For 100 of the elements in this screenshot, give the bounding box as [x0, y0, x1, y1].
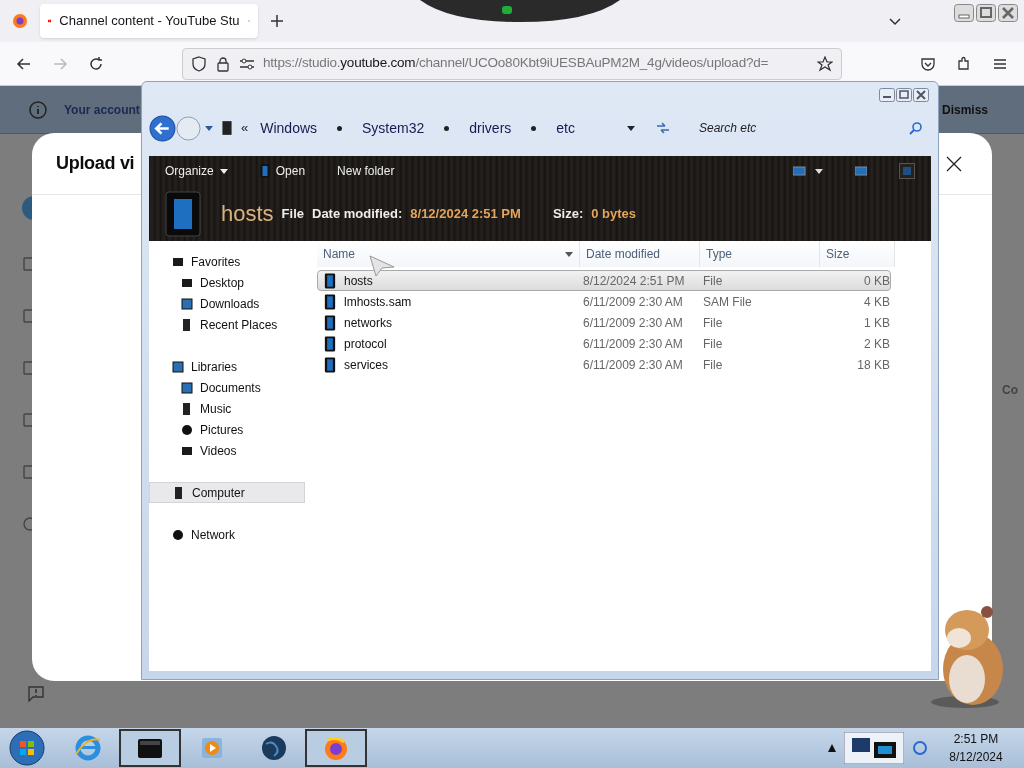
- start-orb-icon[interactable]: [9, 730, 45, 766]
- url-text: https://studio.youtube.com/channel/UCOo80Kbt9iUESBAuPM2M_4g/videos/upload?d=: [263, 54, 769, 73]
- breadcrumb-item[interactable]: Windows: [256, 117, 322, 139]
- preview-pane-icon[interactable]: [855, 165, 867, 177]
- organize-menu[interactable]: Organize: [165, 162, 228, 180]
- feedback-icon[interactable]: [28, 686, 44, 702]
- caret-icon: [219, 167, 228, 175]
- detail-value: 0 bytes: [591, 204, 637, 223]
- size-text: 4 KB: [863, 293, 890, 311]
- nav-item[interactable]: Documents: [149, 377, 305, 398]
- sliders-icon: [239, 55, 255, 72]
- search-icon: [909, 121, 923, 135]
- dropdown-caret-icon[interactable]: [565, 250, 573, 258]
- view-options-icon[interactable]: [793, 165, 823, 177]
- taskbar-button[interactable]: [119, 729, 181, 767]
- separator-dot-icon: [444, 125, 450, 131]
- cursor-icon: [369, 255, 395, 277]
- detail-label: Size:: [552, 204, 584, 223]
- nav-item[interactable]: Downloads: [149, 293, 305, 314]
- swirl-icon[interactable]: [912, 740, 928, 756]
- column-header[interactable]: Type: [700, 241, 820, 267]
- cut-off-label: Co: [1002, 382, 1018, 399]
- detail-value: 8/12/2024 2:51 PM: [410, 204, 521, 223]
- reload-icon[interactable]: [88, 55, 104, 72]
- minimize-icon[interactable]: [879, 88, 895, 102]
- breadcrumb-item[interactable]: etc: [552, 117, 579, 139]
- media-player-icon: [200, 736, 224, 760]
- globe-icon: [260, 734, 288, 762]
- breadcrumb-item[interactable]: drivers: [465, 117, 516, 139]
- file-row[interactable]: networks 6/11/2009 2:30 AM File 1 KB: [317, 312, 891, 333]
- column-header[interactable]: Size: [820, 241, 895, 267]
- nav-item[interactable]: Recent Places: [149, 314, 305, 335]
- file-name-text: networks: [344, 314, 393, 332]
- type-text: File: [702, 314, 724, 332]
- tab-title: Channel content - YouTube Stu: [59, 12, 240, 31]
- size-text: 1 KB: [863, 314, 890, 332]
- search-field[interactable]: Search etc: [691, 115, 931, 141]
- dismiss-button[interactable]: Dismiss: [937, 96, 992, 123]
- file-icon: [324, 335, 336, 352]
- separator-dot-icon: [531, 125, 537, 131]
- detail-label: Date modified:: [312, 204, 403, 223]
- new-folder-button[interactable]: New folder: [337, 162, 395, 180]
- back-arrow-icon[interactable]: [16, 55, 32, 72]
- size-text: 18 KB: [856, 356, 890, 374]
- star-icon[interactable]: [817, 55, 833, 72]
- nav-item[interactable]: Favorites: [149, 251, 305, 272]
- nav-item[interactable]: Pictures: [149, 419, 305, 440]
- taskbar-button[interactable]: [305, 729, 367, 767]
- file-row[interactable]: services 6/11/2009 2:30 AM File 18 KB: [317, 354, 891, 375]
- maximize-icon[interactable]: [976, 4, 996, 22]
- file-icon: [165, 190, 201, 237]
- nav-item[interactable]: Videos: [149, 440, 305, 461]
- clock-date: 8/12/2024: [949, 749, 1003, 766]
- file-name: hosts: [221, 200, 274, 228]
- plus-icon[interactable]: [270, 14, 284, 28]
- open-button[interactable]: Open: [259, 162, 306, 180]
- file-name-text: services: [344, 356, 388, 374]
- puzzle-icon[interactable]: [956, 55, 972, 72]
- info-icon: [28, 99, 48, 120]
- file-icon: [324, 314, 336, 331]
- type-text: File: [702, 335, 724, 353]
- separator-dot-icon: [337, 125, 343, 131]
- firefox-icon: [322, 734, 350, 762]
- address-bar[interactable]: https://studio.youtube.com/channel/UCOo80Kbt9iUESBAuPM2M_4g/videos/upload?d=: [182, 47, 842, 80]
- network-icon[interactable]: [844, 732, 904, 764]
- maximize-icon[interactable]: [896, 88, 912, 102]
- column-header[interactable]: Date modified: [580, 241, 700, 267]
- file-row[interactable]: lmhosts.sam 6/11/2009 2:30 AM SAM File 4 KB: [317, 291, 891, 312]
- nav-item[interactable]: Music: [149, 398, 305, 419]
- type-text: File: [702, 272, 724, 290]
- pocket-icon[interactable]: [920, 55, 936, 72]
- device-icon: [221, 120, 233, 136]
- minimize-icon[interactable]: [954, 4, 974, 22]
- date-text: 6/11/2009 2:30 AM: [582, 335, 684, 353]
- nav-item[interactable]: Computer: [149, 482, 305, 503]
- file-icon: [259, 164, 270, 178]
- tray-arrow-icon[interactable]: [828, 742, 836, 754]
- file-icon: [324, 293, 336, 310]
- shield-icon: [191, 55, 207, 72]
- file-icon: [324, 272, 336, 289]
- breadcrumb-overflow[interactable]: «: [241, 118, 249, 138]
- date-text: 6/11/2009 2:30 AM: [582, 314, 684, 332]
- nav-item[interactable]: Desktop: [149, 272, 305, 293]
- clock-time: 2:51 PM: [953, 731, 999, 748]
- firefox-icon: [12, 13, 28, 29]
- lock-icon: [215, 55, 231, 72]
- date-text: 8/12/2024 2:51 PM: [582, 272, 686, 290]
- file-name-text: protocol: [344, 335, 387, 353]
- browser-tab[interactable]: Channel content - YouTube Stu: [40, 4, 258, 38]
- refresh-arrows-icon[interactable]: [655, 120, 671, 136]
- date-text: 6/11/2009 2:30 AM: [582, 293, 684, 311]
- type-text: File: [702, 356, 724, 374]
- type-text: SAM File: [702, 293, 753, 311]
- nav-item[interactable]: Libraries: [149, 356, 305, 377]
- file-name-text: hosts: [344, 272, 373, 290]
- file-row[interactable]: hosts 8/12/2024 2:51 PM File 0 KB: [317, 270, 891, 291]
- file-row[interactable]: protocol 6/11/2009 2:30 AM File 2 KB: [317, 333, 891, 354]
- size-text: 0 KB: [863, 272, 890, 290]
- nav-item[interactable]: Network: [149, 524, 305, 545]
- breadcrumb-item[interactable]: System32: [358, 117, 429, 139]
